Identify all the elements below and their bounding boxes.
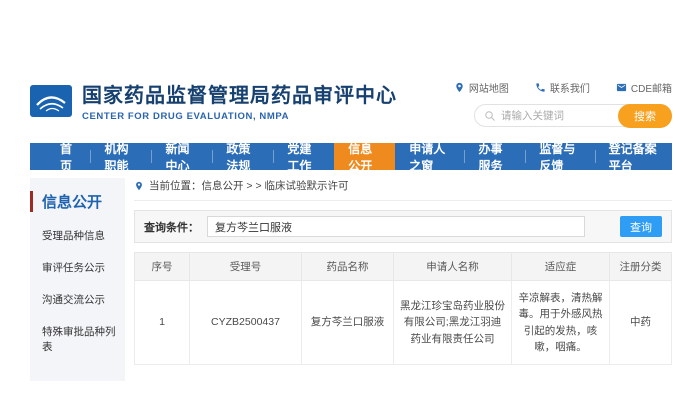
contact-label: 联系我们	[550, 80, 590, 95]
col-acceptance-no: 受理号	[190, 253, 302, 281]
sidebar: 信息公开 受理品种信息 审评任务公示 沟通交流公示 特殊审批品种列表	[30, 178, 125, 381]
nav-policies[interactable]: 政策法规	[212, 143, 273, 170]
site-subtitle: CENTER FOR DRUG EVALUATION, NMPA	[82, 111, 397, 122]
search-button[interactable]: 搜索	[618, 104, 672, 128]
nav-services[interactable]: 办事服务	[464, 143, 525, 170]
cde-mail-label: CDE邮箱	[631, 80, 672, 95]
table-header-row: 序号 受理号 药品名称 申请人名称 适应症 注册分类	[135, 253, 672, 281]
site-title: 国家药品监督管理局药品审评中心	[82, 79, 397, 108]
query-label: 查询条件：	[144, 219, 199, 235]
main-nav: 首页 机构职能 新闻中心 政策法规 党建工作 信息公开 申请人之窗 办事服务 监…	[30, 143, 672, 170]
nav-registration-platform[interactable]: 登记备案平台	[595, 143, 672, 170]
brand: 国家药品监督管理局药品审评中心 CENTER FOR DRUG EVALUATI…	[30, 79, 397, 122]
keyword-input[interactable]	[501, 110, 611, 122]
col-registration-class: 注册分类	[610, 253, 672, 281]
sidebar-item-accepted-varieties[interactable]: 受理品种信息	[30, 228, 125, 243]
nav-functions[interactable]: 机构职能	[90, 143, 151, 170]
sidebar-item-special-approval[interactable]: 特殊审批品种列表	[30, 324, 125, 354]
search-icon	[484, 110, 496, 122]
query-bar: 查询条件： 查询	[134, 210, 672, 243]
nav-news[interactable]: 新闻中心	[151, 143, 212, 170]
cell-serial: 1	[135, 281, 190, 365]
nav-supervision[interactable]: 监督与反馈	[525, 143, 594, 170]
map-pin-icon	[454, 82, 465, 93]
cell-drug-name: 复方芩兰口服液	[302, 281, 394, 365]
location-pin-icon	[134, 180, 144, 192]
query-input[interactable]	[207, 216, 585, 237]
brand-text: 国家药品监督管理局药品审评中心 CENTER FOR DRUG EVALUATI…	[82, 79, 397, 122]
cell-acceptance-no: CYZB2500437	[190, 281, 302, 365]
col-indication: 适应症	[512, 253, 610, 281]
query-button[interactable]: 查询	[620, 216, 662, 237]
header-search: 搜索	[474, 104, 672, 127]
sidebar-item-review-tasks[interactable]: 审评任务公示	[30, 260, 125, 275]
nav-applicant-window[interactable]: 申请人之窗	[395, 143, 464, 170]
table-row: 1 CYZB2500437 复方芩兰口服液 黑龙江珍宝岛药业股份有限公司;黑龙江…	[135, 281, 672, 365]
col-applicant: 申请人名称	[394, 253, 512, 281]
contact-link[interactable]: 联系我们	[535, 80, 590, 95]
cell-indication: 辛凉解表，清热解毒。用于外感风热引起的发热，咳嗽，咽痛。	[512, 281, 610, 365]
page: 国家药品监督管理局药品审评中心 CENTER FOR DRUG EVALUATI…	[30, 75, 672, 381]
breadcrumb-text: 当前位置：信息公开 > > 临床试验默示许可	[149, 178, 349, 193]
nav-party[interactable]: 党建工作	[273, 143, 334, 170]
cde-logo-icon	[30, 85, 72, 117]
site-header: 国家药品监督管理局药品审评中心 CENTER FOR DRUG EVALUATI…	[30, 75, 672, 137]
sidebar-title: 信息公开	[30, 191, 125, 212]
main-panel: 当前位置：信息公开 > > 临床试验默示许可 查询条件： 查询 序号 受理号 药…	[134, 178, 672, 381]
cell-applicant: 黑龙江珍宝岛药业股份有限公司;黑龙江羽迪药业有限责任公司	[394, 281, 512, 365]
top-links: 网站地图 联系我们 CDE邮箱	[454, 80, 672, 95]
envelope-icon	[616, 82, 627, 93]
content: 信息公开 受理品种信息 审评任务公示 沟通交流公示 特殊审批品种列表 当前位置：…	[30, 178, 672, 381]
col-drug-name: 药品名称	[302, 253, 394, 281]
nav-home[interactable]: 首页	[46, 143, 90, 170]
nav-info-disclosure[interactable]: 信息公开	[334, 143, 395, 170]
phone-icon	[535, 82, 546, 93]
results-table: 序号 受理号 药品名称 申请人名称 适应症 注册分类 1 CYZB2500437…	[134, 252, 672, 365]
sidebar-item-communication[interactable]: 沟通交流公示	[30, 292, 125, 307]
header-right: 网站地图 联系我们 CDE邮箱 搜索	[454, 80, 672, 127]
sitemap-link[interactable]: 网站地图	[454, 80, 509, 95]
sitemap-label: 网站地图	[469, 80, 509, 95]
breadcrumb: 当前位置：信息公开 > > 临床试验默示许可	[134, 178, 672, 201]
cell-registration-class: 中药	[610, 281, 672, 365]
cde-mail-link[interactable]: CDE邮箱	[616, 80, 672, 95]
col-serial: 序号	[135, 253, 190, 281]
